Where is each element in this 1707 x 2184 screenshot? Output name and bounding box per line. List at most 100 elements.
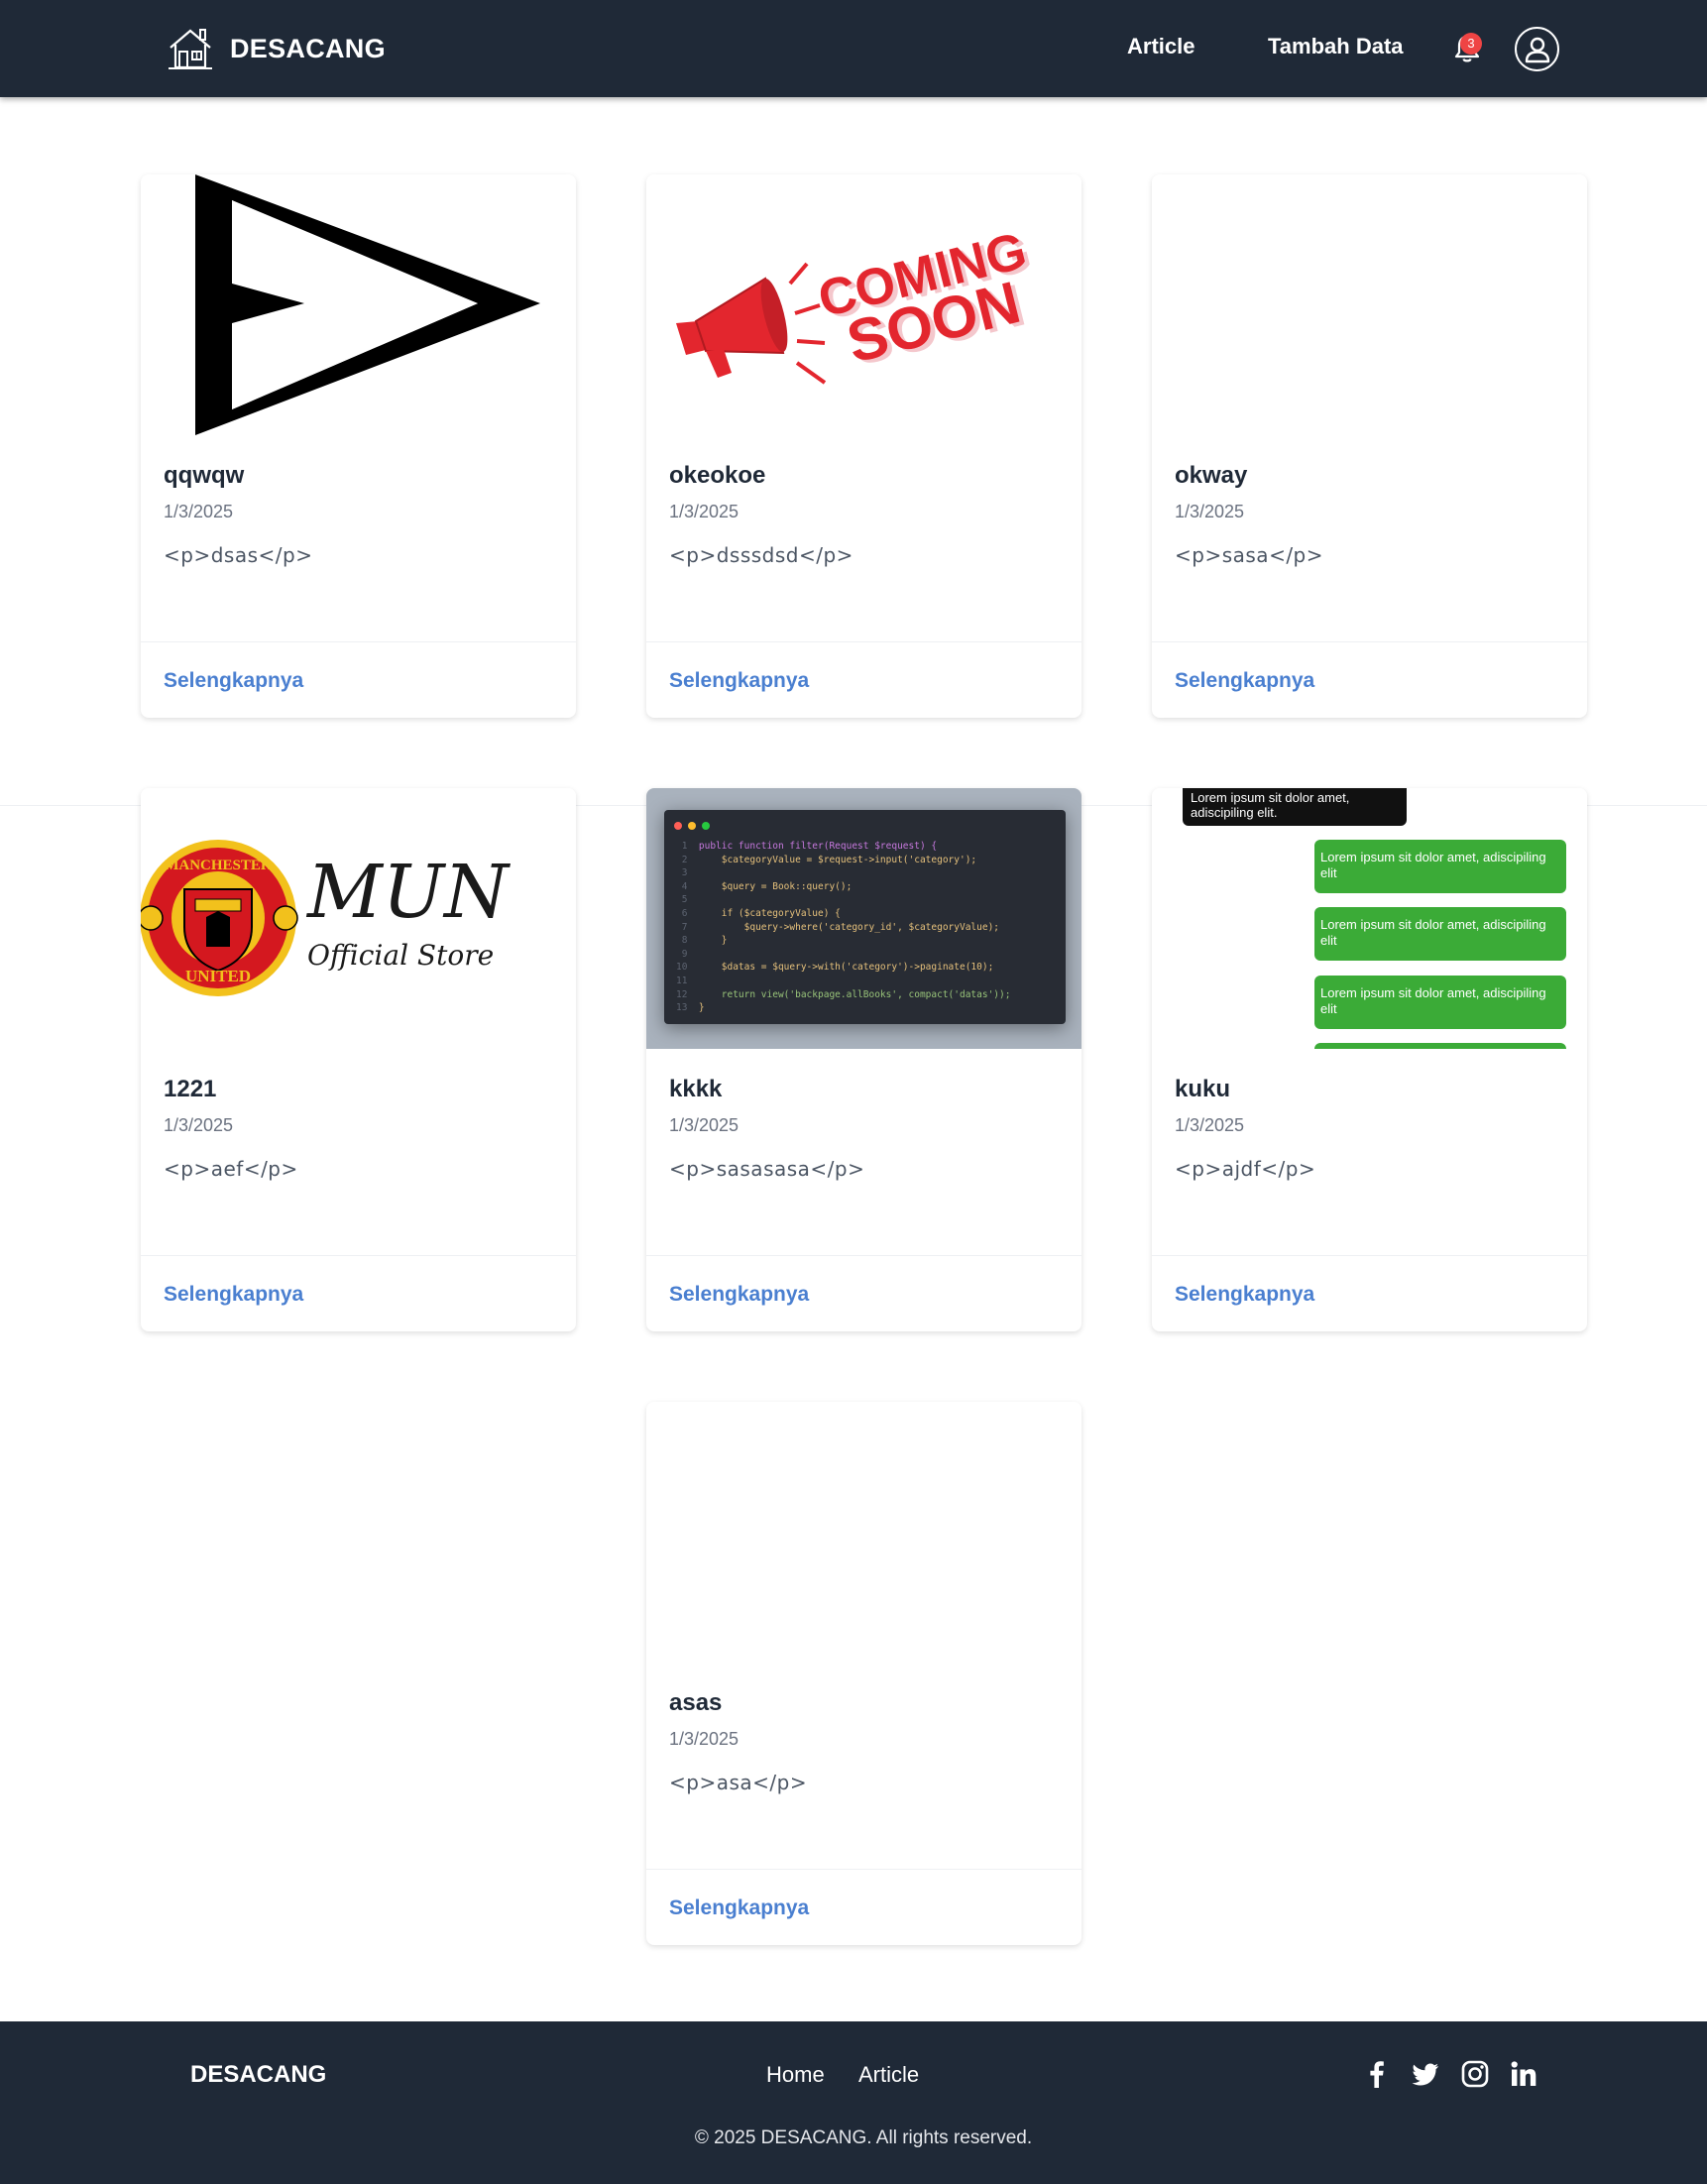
card-footer: Selengkapnya — [1152, 641, 1587, 718]
card-date: 1/3/2025 — [669, 1115, 740, 1135]
card-image: COMING COMING SOON SOON — [646, 174, 1081, 435]
card-title: qqwqw — [164, 462, 245, 489]
article-card: qqwqw 1/3/2025 <p>dsas</p> Selengkapnya — [141, 174, 576, 718]
code-editor-window: 1 public function filter(Request $reques… — [664, 810, 1066, 1024]
code-line: 6 if ($categoryValue) { — [676, 907, 841, 919]
footer-brand[interactable]: DESACANG — [190, 2061, 326, 2089]
brand-name: DESACANG — [230, 33, 386, 63]
card-date: 1/3/2025 — [669, 1729, 740, 1749]
card-title: 1221 — [164, 1076, 217, 1102]
article-card: asas 1/3/2025 <p>asa</p> Selengkapnya — [646, 1402, 1081, 1945]
card-date: 1/3/2025 — [669, 502, 740, 521]
chat-bubble-green: Lorem ipsum sit dolor amet, adiscipiling… — [1314, 840, 1566, 893]
code-line: 1 public function filter(Request $reques… — [676, 841, 938, 852]
card-title: okway — [1175, 462, 1248, 489]
card-date: 1/3/2025 — [1175, 502, 1245, 521]
code-line: 10 $datas = $query->with('category')->pa… — [676, 962, 994, 974]
mun-title: MUN — [305, 850, 511, 935]
card-title: asas — [669, 1689, 723, 1716]
svg-text:UNITED: UNITED — [185, 967, 251, 985]
card-title: kkkk — [669, 1076, 723, 1102]
card-description: <p>aef</p> — [164, 1157, 298, 1181]
code-line: 3 — [676, 867, 699, 879]
card-footer: Selengkapnya — [646, 1255, 1081, 1331]
megaphone-icon — [676, 262, 827, 385]
card-footer: Selengkapnya — [1152, 1255, 1587, 1331]
read-more-link[interactable]: Selengkapnya — [1175, 669, 1314, 693]
twitter-link[interactable] — [1411, 2059, 1442, 2091]
card-description: <p>sasa</p> — [1175, 543, 1324, 567]
maximize-dot-icon — [702, 822, 710, 830]
instagram-link[interactable] — [1460, 2059, 1492, 2091]
nav-link-article[interactable]: Article — [1127, 34, 1195, 59]
card-footer: Selengkapnya — [646, 641, 1081, 718]
code-line: 11 — [676, 975, 699, 986]
code-line: 2 $categoryValue = $request->input('cate… — [676, 854, 977, 865]
manchester-united-logo-image: MANCHESTER UNITED MUN Official Store — [141, 840, 511, 996]
twitter-icon — [1412, 2063, 1438, 2086]
close-dot-icon — [674, 822, 682, 830]
play-triangle-icon — [195, 174, 540, 435]
card-description: <p>sasasasa</p> — [669, 1157, 865, 1181]
card-title: kuku — [1175, 1076, 1231, 1102]
user-icon — [1525, 37, 1549, 62]
brand-logo[interactable]: DESACANG — [167, 26, 386, 71]
card-footer: Selengkapnya — [646, 1869, 1081, 1945]
read-more-link[interactable]: Selengkapnya — [164, 1283, 303, 1307]
card-date: 1/3/2025 — [164, 1115, 234, 1135]
linkedin-link[interactable] — [1509, 2059, 1540, 2091]
copyright-text: © 2025 DESACANG. All rights reserved. — [694, 2127, 1033, 2148]
article-card: okway 1/3/2025 <p>sasa</p> Selengkapnya — [1152, 174, 1587, 718]
card-image: 1 public function filter(Request $reques… — [646, 788, 1081, 1049]
nav-link-tambah-data[interactable]: Tambah Data — [1268, 34, 1404, 59]
chat-bubble-green — [1314, 1043, 1566, 1049]
card-date: 1/3/2025 — [1175, 1115, 1245, 1135]
code-block: 1 public function filter(Request $reques… — [676, 840, 1063, 1015]
article-card: 1 public function filter(Request $reques… — [646, 788, 1081, 1331]
article-card: MANCHESTER UNITED MUN Official Store 122… — [141, 788, 576, 1331]
card-image — [141, 174, 576, 435]
chat-bubble-green: Lorem ipsum sit dolor amet, adiscipiling… — [1314, 907, 1566, 961]
footer-link-article[interactable]: Article — [858, 2062, 919, 2088]
card-description: <p>dsas</p> — [164, 543, 313, 567]
crest-icon: MANCHESTER UNITED — [141, 840, 298, 996]
coming-soon-megaphone-image: COMING COMING SOON SOON — [676, 222, 1037, 385]
svg-text:MANCHESTER: MANCHESTER — [165, 858, 272, 873]
read-more-link[interactable]: Selengkapnya — [669, 1897, 809, 1920]
facebook-link[interactable] — [1362, 2059, 1394, 2091]
card-title: okeokoe — [669, 462, 766, 489]
read-more-link[interactable]: Selengkapnya — [669, 669, 809, 693]
site-footer: DESACANG Home Article © 2025 DESACANG. A… — [0, 2021, 1707, 2184]
house-icon — [169, 29, 212, 69]
facebook-icon — [1370, 2061, 1384, 2088]
card-image-blank — [1152, 174, 1587, 435]
code-line: 4 $query = Book::query(); — [676, 880, 853, 892]
code-line: 9 — [676, 948, 699, 960]
card-image: Lorem ipsum sit dolor amet, adiscipiling… — [1152, 788, 1587, 1049]
mun-subtitle: Official Store — [307, 939, 494, 972]
article-card: Lorem ipsum sit dolor amet, adiscipiling… — [1152, 788, 1587, 1331]
chat-bubble-dark: Lorem ipsum sit dolor amet, adiscipiling… — [1183, 788, 1407, 826]
minimize-dot-icon — [688, 822, 696, 830]
card-description: <p>ajdf</p> — [1175, 1157, 1316, 1181]
card-image: MANCHESTER UNITED MUN Official Store — [141, 788, 576, 1049]
card-description: <p>asa</p> — [669, 1771, 808, 1794]
navbar: DESACANG Article Tambah Data 3 — [0, 0, 1707, 97]
linkedin-icon — [1511, 2061, 1536, 2086]
code-line: 5 — [676, 894, 699, 906]
code-line: 13 } — [676, 1002, 705, 1014]
article-card: COMING COMING SOON SOON okeokoe 1/3/2025… — [646, 174, 1081, 718]
read-more-link[interactable]: Selengkapnya — [1175, 1283, 1314, 1307]
card-footer: Selengkapnya — [141, 1255, 576, 1331]
instagram-icon — [1461, 2060, 1489, 2088]
chat-bubble-green: Lorem ipsum sit dolor amet, adiscipiling… — [1314, 976, 1566, 1029]
read-more-link[interactable]: Selengkapnya — [669, 1283, 809, 1307]
code-line: 7 $query->where('category_id', $category… — [676, 921, 1000, 933]
user-avatar-button[interactable] — [1515, 27, 1559, 71]
read-more-link[interactable]: Selengkapnya — [164, 669, 303, 693]
code-line: 12 return view('backpage.allBooks', comp… — [676, 988, 1011, 1000]
card-footer: Selengkapnya — [141, 641, 576, 718]
footer-link-home[interactable]: Home — [766, 2062, 825, 2088]
card-description: <p>dsssdsd</p> — [669, 543, 854, 567]
card-image-blank — [646, 1402, 1081, 1663]
